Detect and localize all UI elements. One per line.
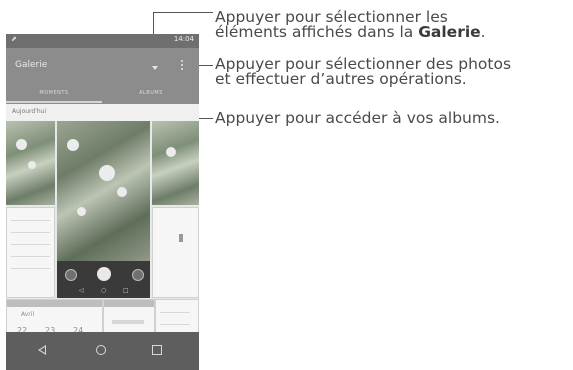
screenshot-thumbnail[interactable] <box>6 207 55 298</box>
tab-moments[interactable]: MOMENTS <box>6 90 102 96</box>
app-bar: Galerie <box>6 48 199 86</box>
grid-line <box>104 300 154 307</box>
screenshot-thumbnail[interactable] <box>152 207 199 298</box>
photo-thumbnail[interactable] <box>152 121 199 205</box>
viewer-photo <box>57 121 150 261</box>
mini-recent-icon: □ <box>123 287 129 294</box>
status-time: 14:04 <box>173 35 194 43</box>
mini-back-icon: ◁ <box>79 287 84 294</box>
photo-thumbnail[interactable] <box>6 121 55 205</box>
app-title: Galerie <box>15 60 48 70</box>
grid-line <box>11 232 50 233</box>
section-header: Aujourd'hui <box>6 104 199 121</box>
calendar-month: Avril <box>21 311 35 318</box>
flower-shape <box>16 139 27 150</box>
grid-line <box>179 234 183 242</box>
callout-photo-operations: Appuyer pour sélectionner des photos et … <box>215 56 511 88</box>
status-bar: ⬈ 14:04 <box>6 34 199 48</box>
grid-line <box>160 324 190 325</box>
navigation-bar <box>6 332 199 370</box>
tab-albums[interactable]: ALBUMS <box>103 90 199 96</box>
grid-line <box>11 220 50 221</box>
flower-shape <box>28 161 36 169</box>
photo-grid: ◁ ○ □ Avril 22 23 24 <box>6 121 199 348</box>
callout-line-2b: et effectuer d’autres opérations. <box>215 70 467 88</box>
gallery-button-icon[interactable] <box>65 269 77 281</box>
grid-line <box>7 300 102 307</box>
video-button-icon[interactable] <box>132 269 144 281</box>
flower-shape <box>99 165 115 181</box>
recent-apps-icon[interactable] <box>152 345 162 355</box>
overflow-menu-icon[interactable] <box>181 60 184 72</box>
home-icon[interactable] <box>96 345 106 355</box>
grid-line <box>11 244 50 245</box>
photo-viewer-thumbnail[interactable]: ◁ ○ □ <box>57 121 150 298</box>
flower-shape <box>77 207 86 216</box>
callout-line-3: Appuyer pour accéder à vos albums. <box>215 109 500 127</box>
callout-albums: Appuyer pour accéder à vos albums. <box>215 109 500 127</box>
phone-screenshot: ⬈ 14:04 Galerie MOMENTS ALBUMS Aujourd'h… <box>6 34 199 370</box>
section-label: Aujourd'hui <box>12 108 47 115</box>
grid-line <box>112 320 144 324</box>
flower-shape <box>166 147 176 157</box>
callout-galerie-selection: Appuyer pour sélectionner les éléments a… <box>215 9 486 41</box>
grid-line <box>11 256 50 257</box>
grid-line <box>160 312 190 313</box>
leader-dropdown-horizontal <box>153 12 213 13</box>
galerie-keyword: Galerie <box>418 23 481 41</box>
camera-shutter-icon[interactable] <box>97 267 111 281</box>
mini-home-icon: ○ <box>101 287 107 294</box>
flower-shape <box>117 187 127 197</box>
notification-icon: ⬈ <box>11 35 17 43</box>
back-icon[interactable] <box>38 345 46 355</box>
tab-indicator <box>6 101 102 103</box>
callout-line-1b: éléments affichés dans la Galerie. <box>215 23 486 41</box>
flower-shape <box>67 139 79 151</box>
dropdown-icon[interactable] <box>152 66 158 70</box>
grid-line <box>11 268 50 269</box>
